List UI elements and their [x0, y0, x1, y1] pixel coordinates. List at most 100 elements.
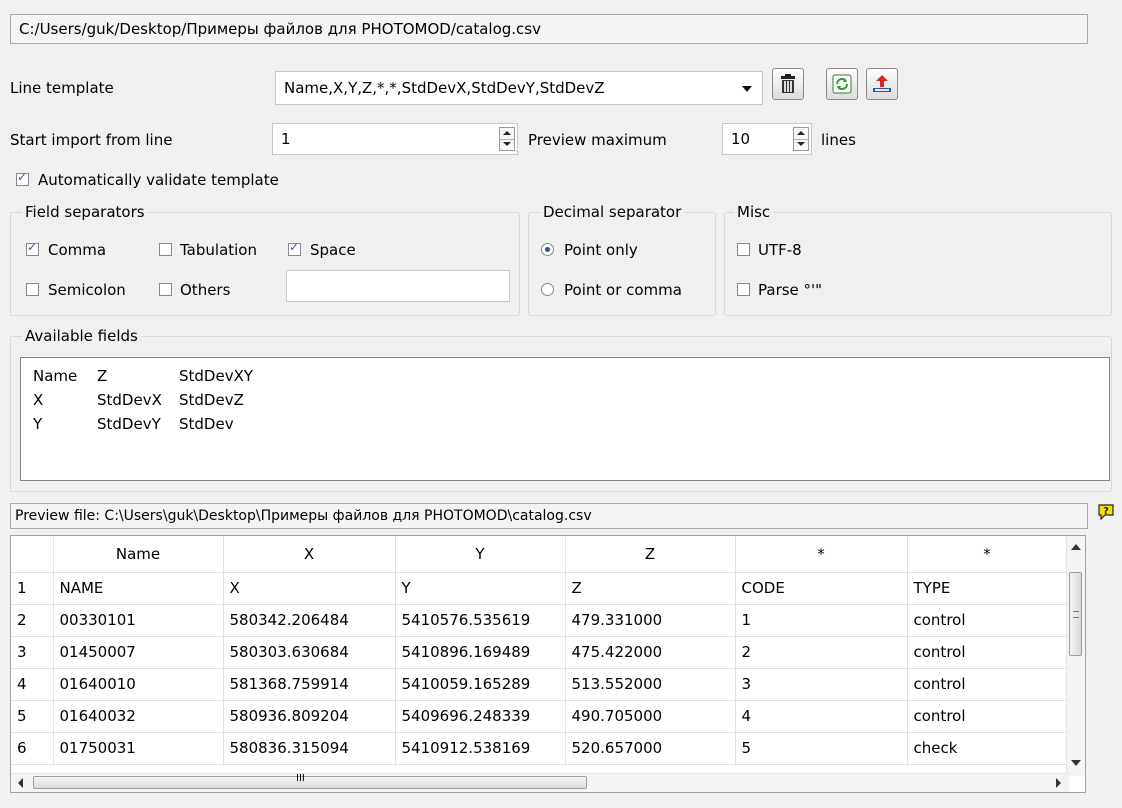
- table-cell[interactable]: 490.705000: [565, 700, 736, 733]
- column-header[interactable]: *: [735, 536, 908, 573]
- field-item[interactable]: StdDevXY: [179, 364, 253, 388]
- column-header[interactable]: Name: [53, 536, 224, 573]
- table-row[interactable]: 6 01750031 580836.315094 5410912.538169 …: [11, 732, 1068, 765]
- tabulation-checkbox[interactable]: [159, 243, 172, 256]
- table-cell[interactable]: 01640032: [53, 700, 224, 733]
- column-header-rownum[interactable]: [11, 536, 54, 573]
- preview-maximum-spinbox[interactable]: 10: [722, 123, 812, 155]
- start-import-label: Start import from line: [10, 131, 173, 149]
- table-cell[interactable]: 479.331000: [565, 604, 736, 637]
- stepper-down-icon[interactable]: [794, 139, 808, 150]
- horizontal-scroll-thumb[interactable]: III: [33, 773, 587, 789]
- preview-grid[interactable]: Name X Y Z * * 1 NAME X Y Z CODE TYPE 2 …: [10, 535, 1086, 793]
- stepper-down-icon[interactable]: [500, 139, 514, 150]
- field-item[interactable]: X: [33, 388, 43, 412]
- table-cell[interactable]: 580303.630684: [223, 636, 396, 669]
- field-item[interactable]: Name: [33, 364, 77, 388]
- table-cell[interactable]: 01450007: [53, 636, 224, 669]
- table-cell[interactable]: 2: [735, 636, 908, 669]
- table-cell[interactable]: TYPE: [907, 572, 1068, 605]
- comma-checkbox[interactable]: [26, 240, 39, 256]
- field-item[interactable]: StdDev: [179, 412, 234, 436]
- table-row[interactable]: 3 01450007 580303.630684 5410896.169489 …: [11, 636, 1068, 669]
- start-import-value[interactable]: 1: [281, 124, 291, 154]
- preview-file-label: Preview file: C:\Users\guk\Desktop\Приме…: [10, 503, 1088, 529]
- table-row[interactable]: 5 01640032 580936.809204 5409696.248339 …: [11, 700, 1068, 733]
- field-item[interactable]: StdDevZ: [179, 388, 244, 412]
- table-cell[interactable]: control: [907, 604, 1068, 637]
- field-item[interactable]: StdDevY: [97, 412, 161, 436]
- table-cell[interactable]: 01750031: [53, 732, 224, 765]
- field-item[interactable]: Y: [33, 412, 42, 436]
- refresh-icon: [832, 74, 852, 94]
- line-template-value[interactable]: Name,X,Y,Z,*,*,StdDevX,StdDevY,StdDevZ: [284, 72, 605, 104]
- table-cell[interactable]: 581368.759914: [223, 668, 396, 701]
- refresh-button[interactable]: [826, 68, 858, 100]
- scroll-down-icon[interactable]: [1071, 760, 1081, 766]
- parse-checkbox[interactable]: [737, 283, 750, 296]
- preview-maximum-stepper[interactable]: [793, 127, 809, 151]
- available-fields-list[interactable]: Name X Y Z StdDevX StdDevY StdDevXY StdD…: [20, 357, 1110, 481]
- table-cell[interactable]: 3: [735, 668, 908, 701]
- start-import-stepper[interactable]: [499, 127, 515, 151]
- space-checkbox[interactable]: [288, 240, 301, 256]
- table-cell[interactable]: control: [907, 668, 1068, 701]
- save-template-button[interactable]: [866, 68, 898, 100]
- row-number: 4: [11, 668, 54, 701]
- table-cell[interactable]: 01640010: [53, 668, 224, 701]
- delete-template-button[interactable]: [772, 68, 804, 100]
- vertical-scrollbar[interactable]: [1066, 536, 1085, 776]
- auto-validate-checkbox[interactable]: [16, 170, 29, 186]
- table-cell[interactable]: Y: [395, 572, 566, 605]
- table-cell[interactable]: 00330101: [53, 604, 224, 637]
- point-or-comma-radio[interactable]: [541, 283, 554, 296]
- column-header[interactable]: *: [907, 536, 1068, 573]
- table-cell[interactable]: 580342.206484: [223, 604, 396, 637]
- table-cell[interactable]: check: [907, 732, 1068, 765]
- table-cell[interactable]: 5410896.169489: [395, 636, 566, 669]
- table-cell[interactable]: 580836.315094: [223, 732, 396, 765]
- table-cell[interactable]: 4: [735, 700, 908, 733]
- chevron-down-icon[interactable]: [734, 74, 760, 102]
- table-cell[interactable]: control: [907, 700, 1068, 733]
- field-item[interactable]: Z: [97, 364, 107, 388]
- table-cell[interactable]: 5410912.538169: [395, 732, 566, 765]
- table-cell[interactable]: 580936.809204: [223, 700, 396, 733]
- table-row[interactable]: 4 01640010 581368.759914 5410059.165289 …: [11, 668, 1068, 701]
- table-cell[interactable]: NAME: [53, 572, 224, 605]
- scroll-up-icon[interactable]: [1071, 544, 1081, 550]
- utf8-checkbox[interactable]: [737, 243, 750, 256]
- column-header[interactable]: X: [223, 536, 396, 573]
- table-row[interactable]: 2 00330101 580342.206484 5410576.535619 …: [11, 604, 1068, 637]
- table-cell[interactable]: 5: [735, 732, 908, 765]
- table-cell[interactable]: 520.657000: [565, 732, 736, 765]
- table-cell[interactable]: 5409696.248339: [395, 700, 566, 733]
- table-cell[interactable]: Z: [565, 572, 736, 605]
- table-cell[interactable]: control: [907, 636, 1068, 669]
- vertical-scroll-thumb[interactable]: [1069, 572, 1082, 656]
- semicolon-checkbox[interactable]: [26, 283, 39, 296]
- table-cell[interactable]: 1: [735, 604, 908, 637]
- preview-maximum-value[interactable]: 10: [731, 124, 750, 154]
- point-only-radio[interactable]: [541, 243, 554, 256]
- others-checkbox[interactable]: [159, 283, 172, 296]
- column-header[interactable]: Z: [565, 536, 736, 573]
- line-template-combobox[interactable]: Name,X,Y,Z,*,*,StdDevX,StdDevY,StdDevZ: [275, 71, 763, 105]
- help-icon[interactable]: ?: [1097, 503, 1115, 521]
- table-cell[interactable]: 5410059.165289: [395, 668, 566, 701]
- horizontal-scrollbar[interactable]: III: [11, 773, 1069, 792]
- scroll-left-icon[interactable]: [18, 778, 23, 788]
- table-cell[interactable]: 5410576.535619: [395, 604, 566, 637]
- column-header[interactable]: Y: [395, 536, 566, 573]
- scroll-right-icon[interactable]: [1056, 778, 1061, 788]
- trash-icon: [781, 74, 795, 93]
- table-cell[interactable]: 475.422000: [565, 636, 736, 669]
- table-row[interactable]: 1 NAME X Y Z CODE TYPE: [11, 572, 1068, 605]
- semicolon-label: Semicolon: [48, 281, 126, 299]
- table-cell[interactable]: 513.552000: [565, 668, 736, 701]
- others-separator-input[interactable]: [286, 270, 510, 302]
- field-item[interactable]: StdDevX: [97, 388, 162, 412]
- table-cell[interactable]: X: [223, 572, 396, 605]
- table-cell[interactable]: CODE: [735, 572, 908, 605]
- start-import-spinbox[interactable]: 1: [272, 123, 518, 155]
